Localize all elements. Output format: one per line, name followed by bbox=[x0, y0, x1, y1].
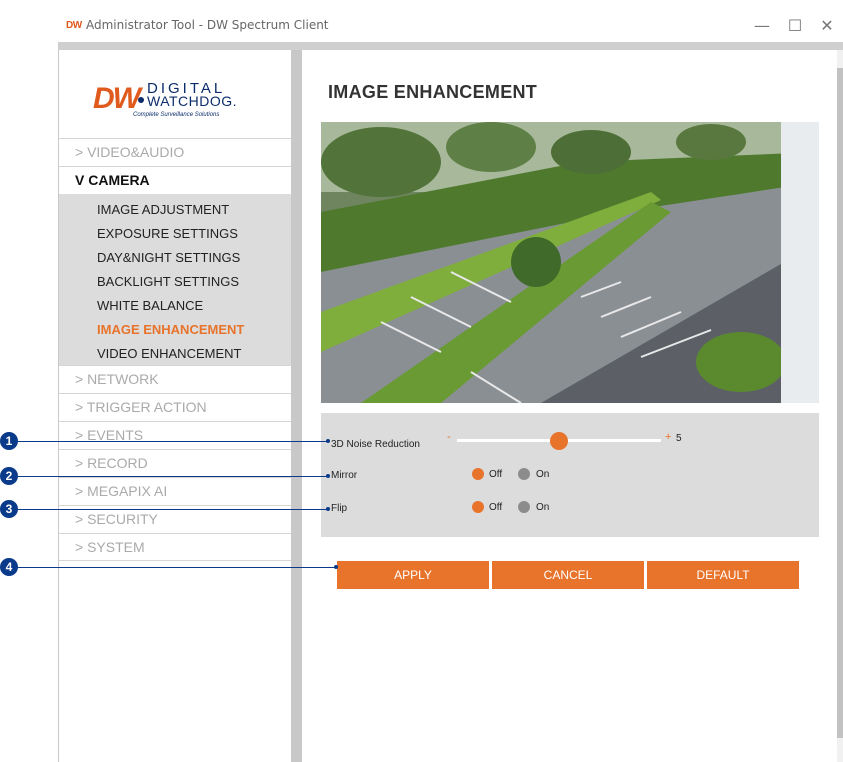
submenu-item-video-enhancement[interactable]: VIDEO ENHANCEMENT bbox=[97, 346, 241, 361]
logo-tagline: Complete Surveillance Solutions bbox=[133, 112, 220, 118]
callout-2: 2 bbox=[0, 467, 18, 485]
menu-item-trigger-action[interactable]: > TRIGGER ACTION bbox=[59, 393, 292, 421]
panel-divider[interactable] bbox=[291, 50, 302, 762]
logo-mark: DW bbox=[93, 82, 141, 115]
apply-button[interactable]: APPLY bbox=[337, 561, 489, 589]
digital-watchdog-logo: DW DIGITAL WATCHDOG. Complete Surveillan… bbox=[93, 80, 263, 124]
menu-item-events[interactable]: > EVENTS bbox=[59, 421, 292, 449]
callout-1: 1 bbox=[0, 432, 18, 450]
close-button[interactable]: ✕ bbox=[817, 16, 837, 36]
maximize-button[interactable]: ☐ bbox=[785, 16, 805, 36]
menu-item-camera[interactable]: V CAMERA bbox=[59, 166, 292, 194]
settings-panel: 3D Noise Reduction - + 5 Mirror Off On F… bbox=[321, 413, 819, 537]
flip-on-label: On bbox=[536, 502, 550, 513]
flip-on-radio[interactable] bbox=[518, 501, 530, 513]
sidebar: DW DIGITAL WATCHDOG. Complete Surveillan… bbox=[58, 50, 292, 762]
camera-preview-image bbox=[321, 122, 819, 403]
mirror-off-radio[interactable] bbox=[472, 468, 484, 480]
minimize-button[interactable]: — bbox=[752, 16, 772, 36]
cancel-button[interactable]: CANCEL bbox=[492, 561, 644, 589]
parking-lot-scene bbox=[321, 122, 819, 403]
vertical-scrollbar[interactable] bbox=[837, 50, 843, 762]
menu-item-megapix-ai[interactable]: > MEGAPIX AI bbox=[59, 477, 292, 505]
flip-off-label: Off bbox=[489, 502, 503, 513]
application-window: DW Administrator Tool - DW Spectrum Clie… bbox=[58, 10, 843, 762]
logo-dot-icon bbox=[138, 97, 144, 103]
camera-submenu: IMAGE ADJUSTMENT EXPOSURE SETTINGS DAY&N… bbox=[59, 194, 292, 365]
slider-minus-label: - bbox=[447, 431, 451, 443]
page-title: IMAGE ENHANCEMENT bbox=[328, 82, 538, 102]
submenu-item-image-adjustment[interactable]: IMAGE ADJUSTMENT bbox=[97, 202, 229, 217]
callout-3-line bbox=[18, 509, 328, 510]
content-top-band bbox=[58, 42, 843, 50]
menu-item-network[interactable]: > NETWORK bbox=[59, 365, 292, 393]
noise-reduction-label: 3D Noise Reduction bbox=[331, 439, 420, 450]
submenu-item-white-balance[interactable]: WHITE BALANCE bbox=[97, 298, 203, 313]
slider-thumb[interactable] bbox=[550, 432, 568, 450]
main-panel: IMAGE ENHANCEMENT 3D Noise Reduction - +… bbox=[302, 50, 837, 762]
menu-item-record[interactable]: > RECORD bbox=[59, 449, 292, 477]
mirror-off-label: Off bbox=[489, 469, 503, 480]
callout-1-dot bbox=[326, 439, 330, 443]
slider-plus-label: + bbox=[665, 431, 672, 443]
flip-label: Flip bbox=[331, 503, 348, 514]
submenu-item-image-enhancement[interactable]: IMAGE ENHANCEMENT bbox=[97, 322, 244, 337]
callout-4: 4 bbox=[0, 558, 18, 576]
scrollbar-thumb[interactable] bbox=[837, 68, 843, 738]
mirror-label: Mirror bbox=[331, 470, 358, 481]
callout-4-line bbox=[18, 567, 336, 568]
callout-1-line bbox=[18, 441, 328, 442]
logo-text-watchdog: WATCHDOG. bbox=[147, 93, 238, 109]
callout-2-line bbox=[18, 476, 328, 477]
title-bar: DW Administrator Tool - DW Spectrum Clie… bbox=[58, 10, 843, 42]
flip-off-radio[interactable] bbox=[472, 501, 484, 513]
submenu-item-exposure-settings[interactable]: EXPOSURE SETTINGS bbox=[97, 226, 238, 241]
submenu-item-day-night-settings[interactable]: DAY&NIGHT SETTINGS bbox=[97, 250, 240, 265]
callout-3: 3 bbox=[0, 500, 18, 518]
app-logo-icon: DW bbox=[66, 20, 82, 31]
callout-3-dot bbox=[326, 507, 330, 511]
window-title: Administrator Tool - DW Spectrum Client bbox=[86, 18, 329, 32]
mirror-on-radio[interactable] bbox=[518, 468, 530, 480]
callout-4-dot bbox=[334, 565, 338, 569]
menu-item-video-audio[interactable]: > VIDEO&AUDIO bbox=[59, 138, 292, 166]
callout-2-dot bbox=[326, 474, 330, 478]
noise-reduction-value: 5 bbox=[676, 433, 682, 444]
mirror-on-label: On bbox=[536, 469, 550, 480]
menu-item-system[interactable]: > SYSTEM bbox=[59, 533, 292, 561]
submenu-item-backlight-settings[interactable]: BACKLIGHT SETTINGS bbox=[97, 274, 239, 289]
default-button[interactable]: DEFAULT bbox=[647, 561, 799, 589]
